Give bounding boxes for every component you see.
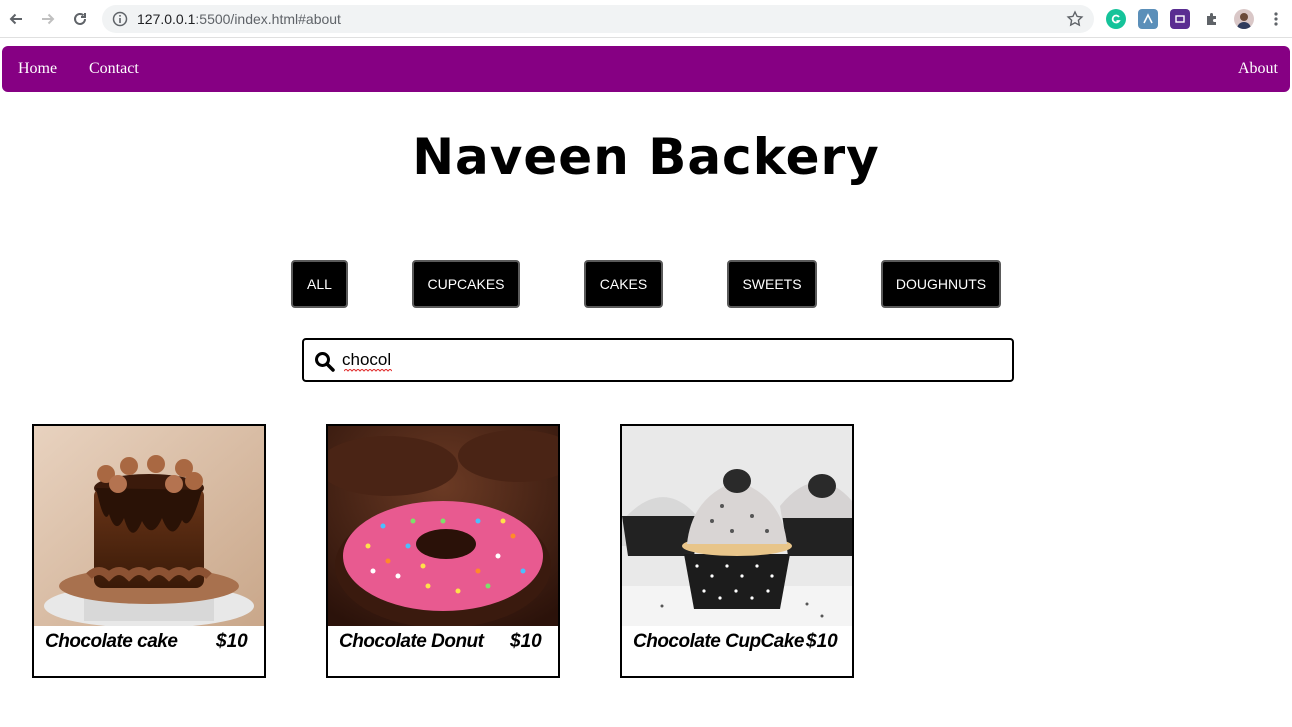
search-icon [314, 351, 335, 377]
product-name: Chocolate Donut [339, 631, 484, 652]
search-input[interactable] [342, 348, 982, 372]
grammarly-extension-icon[interactable] [1106, 9, 1126, 29]
address-bar[interactable]: 127.0.0.1:5500/index.html#about [102, 5, 1094, 33]
search-bar [302, 338, 1014, 382]
filter-doughnuts-button[interactable]: DOUGHNUTS [881, 260, 1001, 308]
product-card[interactable]: Chocolate CupCake $10 [620, 424, 854, 678]
nav-contact-link[interactable]: Contact [89, 60, 139, 78]
product-card[interactable]: Chocolate cake $10 [32, 424, 266, 678]
product-card[interactable]: Chocolate Donut $10 [326, 424, 560, 678]
page-title: Naveen Backery [412, 128, 880, 186]
nav-about-link[interactable]: About [1238, 60, 1278, 78]
chocolate-donut-photo [328, 426, 558, 626]
forward-icon[interactable] [37, 8, 59, 30]
site-navbar: Home Contact About [2, 46, 1290, 92]
product-price: $10 [510, 631, 542, 652]
info-icon[interactable] [112, 11, 128, 32]
profile-avatar[interactable] [1234, 9, 1254, 29]
extension-icon[interactable] [1170, 9, 1190, 29]
url-text[interactable]: 127.0.0.1:5500/index.html#about [137, 11, 341, 27]
reload-icon[interactable] [69, 8, 91, 30]
chocolate-cupcake-photo [622, 426, 852, 626]
more-menu-icon[interactable] [1266, 9, 1286, 29]
filter-all-button[interactable]: ALL [291, 260, 348, 308]
browser-toolbar: 127.0.0.1:5500/index.html#about [0, 0, 1292, 38]
nav-home-link[interactable]: Home [18, 60, 57, 78]
product-name: Chocolate CupCake [633, 631, 804, 652]
filter-cupcakes-button[interactable]: CUPCAKES [412, 260, 520, 308]
bookmark-star-icon[interactable] [1066, 10, 1084, 33]
product-price: $10 [806, 631, 838, 652]
spellcheck-underline [344, 369, 392, 372]
puzzle-extensions-icon[interactable] [1202, 9, 1222, 29]
filter-cakes-button[interactable]: CAKES [584, 260, 663, 308]
filter-sweets-button[interactable]: SWEETS [727, 260, 817, 308]
back-icon[interactable] [5, 8, 27, 30]
chocolate-cake-photo [34, 426, 264, 626]
product-price: $10 [216, 631, 248, 652]
product-name: Chocolate cake [45, 631, 178, 652]
extension-icon[interactable] [1138, 9, 1158, 29]
